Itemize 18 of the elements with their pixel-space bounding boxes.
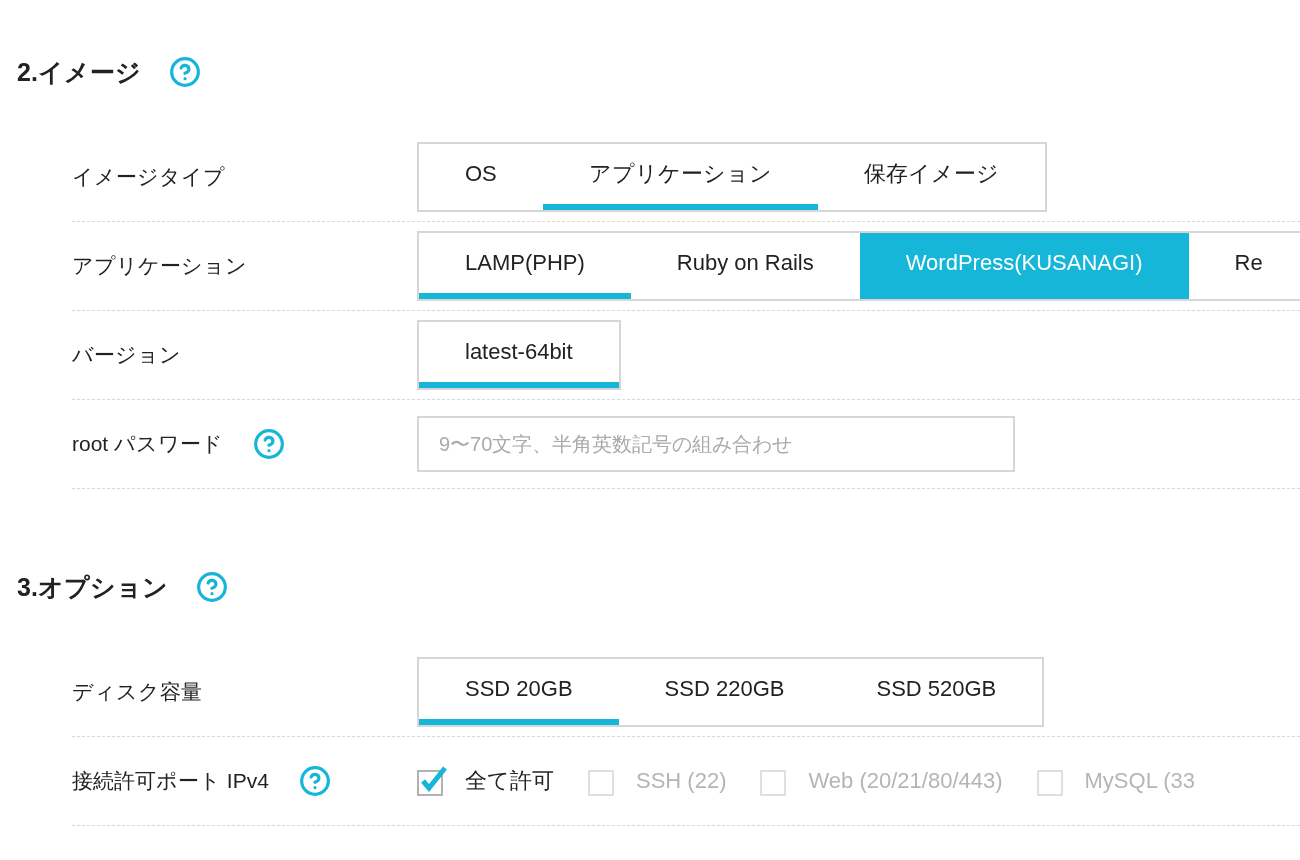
- help-icon[interactable]: [253, 428, 286, 460]
- checked-checkbox[interactable]: [417, 766, 447, 796]
- field-label: アプリケーション: [72, 253, 247, 279]
- password-field[interactable]: 9〜70文字、半角英数記号の組み合わせ: [417, 416, 1015, 472]
- field-label: イメージタイプ: [72, 164, 225, 190]
- section-title: 3.オプション: [17, 571, 168, 603]
- field-label: 接続許可ポート IPv4: [72, 768, 269, 794]
- checkbox-label: Web (20/21/80/443): [808, 768, 1003, 794]
- field-label: バージョン: [72, 342, 181, 368]
- checkbox-label: SSH (22): [636, 768, 727, 794]
- section-title: 2.イメージ: [17, 56, 141, 88]
- checkbox-label: MySQL (33: [1084, 768, 1195, 794]
- checkbox-label: 全て許可: [465, 767, 554, 795]
- field-label: root パスワード: [72, 431, 224, 457]
- help-icon[interactable]: [168, 56, 201, 88]
- help-icon[interactable]: [195, 571, 228, 603]
- field-label: ディスク容量: [72, 679, 202, 705]
- help-icon[interactable]: [298, 765, 331, 797]
